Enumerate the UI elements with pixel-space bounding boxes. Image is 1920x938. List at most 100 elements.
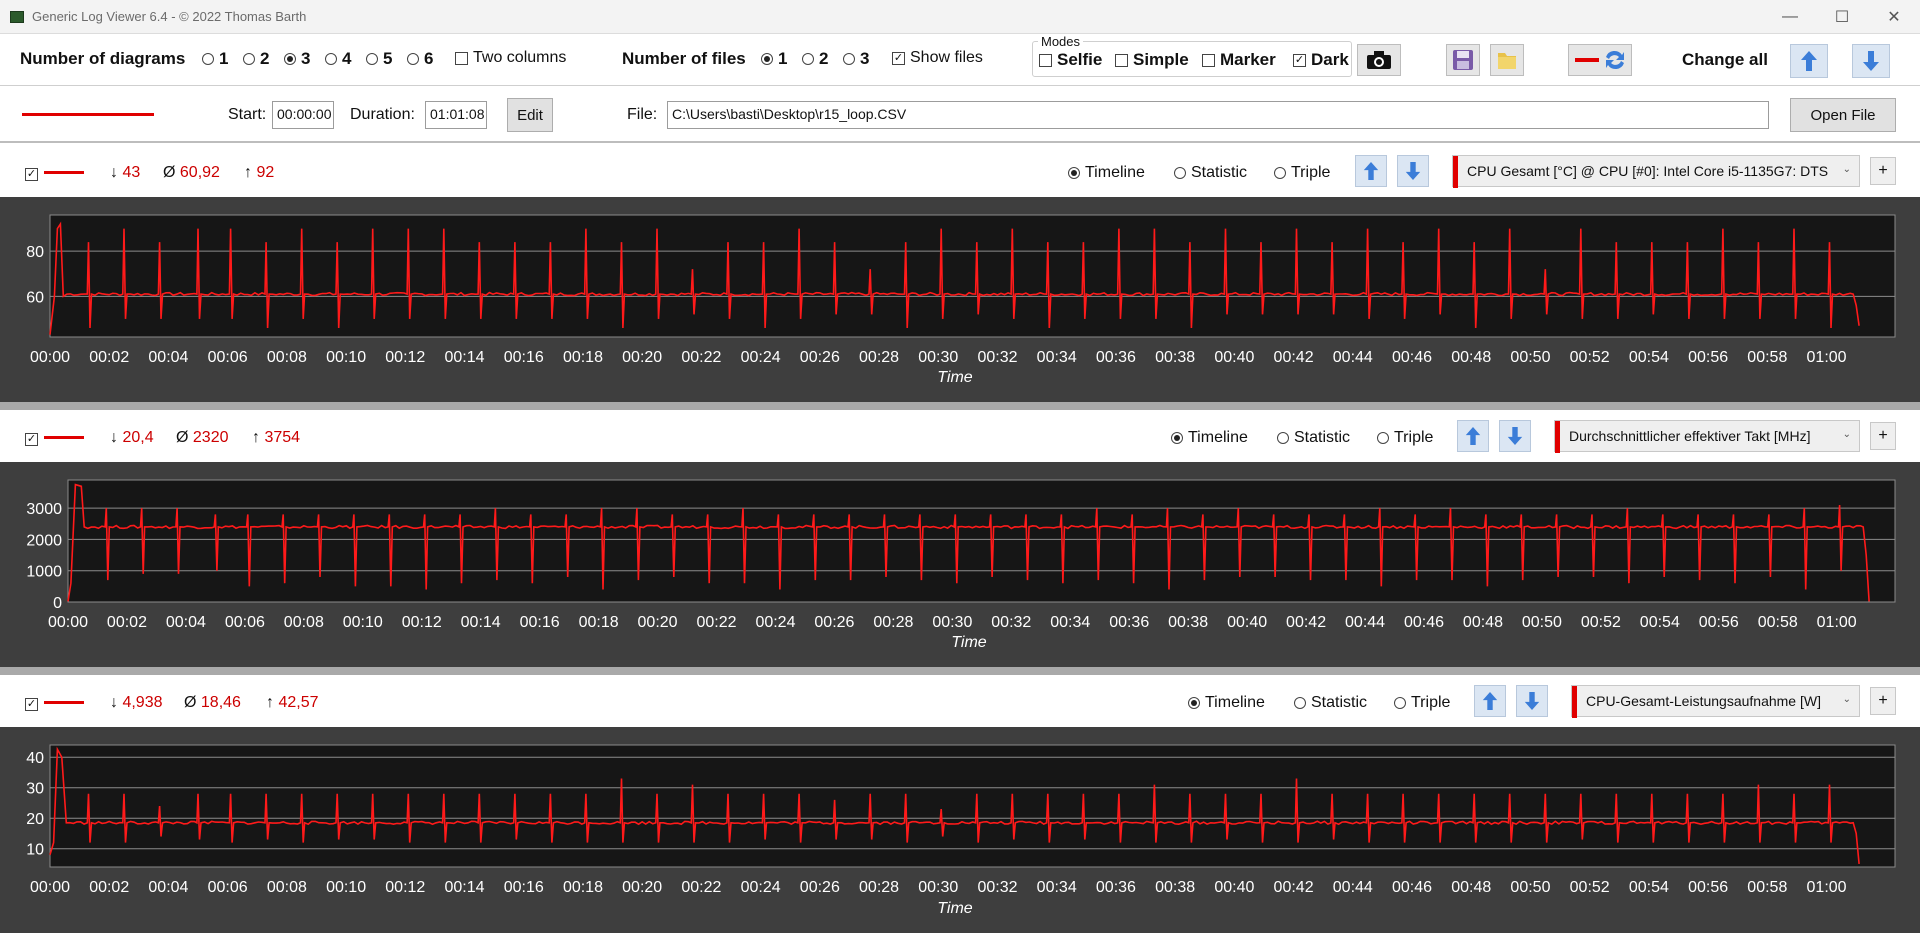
x-tick-label: 00:44 bbox=[1333, 879, 1373, 896]
checkbox-checked-icon: ✓ bbox=[25, 698, 38, 712]
duration-field[interactable]: 01:01:08 bbox=[425, 101, 487, 129]
diagram-3-visible-checkbox[interactable]: ✓ bbox=[25, 696, 38, 714]
diagram-1-up-button[interactable] bbox=[1355, 155, 1387, 187]
arrow-down-icon bbox=[1863, 51, 1879, 71]
sensor-color-bar bbox=[1555, 421, 1560, 453]
file-line-color-swatch[interactable] bbox=[22, 113, 154, 116]
swap-color-button[interactable] bbox=[1568, 44, 1632, 76]
line-color-refresh-icon bbox=[1575, 50, 1624, 70]
move-all-up-button[interactable] bbox=[1790, 44, 1828, 78]
diagram-1-chart[interactable]: 60 80 00:00 00:02 00:04 00:06 00:08 00:10 00:12 0… bbox=[0, 197, 1920, 402]
marker-checkbox[interactable]: Marker bbox=[1202, 50, 1276, 70]
diagram-1-triple-radio[interactable]: Triple bbox=[1274, 164, 1330, 182]
x-tick-label: 00:38 bbox=[1155, 349, 1195, 366]
x-tick-label: 00:58 bbox=[1758, 614, 1798, 631]
open-file-button[interactable]: Open File bbox=[1790, 98, 1896, 132]
diagrams-radio-6[interactable]: 6 bbox=[407, 49, 433, 69]
file-path-field[interactable]: C:\Users\basti\Desktop\r15_loop.CSV bbox=[667, 101, 1769, 129]
camera-icon bbox=[1367, 51, 1391, 69]
diagram-separator[interactable] bbox=[0, 667, 1920, 675]
diagram-1-line-color-swatch[interactable] bbox=[44, 171, 84, 174]
minimize-button[interactable]: — bbox=[1764, 0, 1816, 34]
diagram-3-line-color-swatch[interactable] bbox=[44, 701, 84, 704]
diagrams-radio-3[interactable]: 3 bbox=[284, 49, 310, 69]
radio-selected-icon bbox=[1068, 167, 1080, 179]
files-radio-2[interactable]: 2 bbox=[802, 49, 828, 69]
x-tick-label: 01:00 bbox=[1817, 614, 1857, 631]
diagram-2-line-color-swatch[interactable] bbox=[44, 436, 84, 439]
diagram-separator[interactable] bbox=[0, 402, 1920, 410]
diagram-2-timeline-radio[interactable]: Timeline bbox=[1171, 429, 1248, 447]
x-tick-label: 00:42 bbox=[1274, 349, 1314, 366]
floppy-disk-icon bbox=[1453, 50, 1473, 70]
diagram-1-visible-checkbox[interactable]: ✓ bbox=[25, 166, 38, 184]
diagrams-radio-1[interactable]: 1 bbox=[202, 49, 228, 69]
x-tick-label: 00:34 bbox=[1037, 879, 1077, 896]
diagram-1-down-button[interactable] bbox=[1397, 155, 1429, 187]
modes-group-label: Modes bbox=[1038, 34, 1084, 49]
diagram-2-down-button[interactable] bbox=[1499, 420, 1531, 452]
diagram-2-triple-radio[interactable]: Triple bbox=[1377, 429, 1433, 447]
radio-icon bbox=[1394, 697, 1406, 709]
x-tick-label: 00:56 bbox=[1699, 614, 1739, 631]
diagrams-radio-2[interactable]: 2 bbox=[243, 49, 269, 69]
plot-background bbox=[67, 479, 1896, 603]
x-tick-label: 00:52 bbox=[1570, 349, 1610, 366]
files-radio-1[interactable]: 1 bbox=[761, 49, 787, 69]
folder-icon bbox=[1498, 53, 1516, 69]
diagrams-radio-4[interactable]: 4 bbox=[325, 49, 351, 69]
simple-checkbox[interactable]: Simple bbox=[1115, 50, 1189, 70]
radio-selected-icon bbox=[284, 53, 296, 65]
checkbox-icon bbox=[1115, 53, 1128, 67]
diagram-3-down-button[interactable] bbox=[1516, 685, 1548, 717]
x-tick-label: 00:28 bbox=[859, 879, 899, 896]
move-all-down-button[interactable] bbox=[1852, 44, 1890, 78]
radio-icon bbox=[407, 53, 419, 65]
x-tick-label: 00:46 bbox=[1392, 879, 1432, 896]
save-button[interactable] bbox=[1446, 44, 1480, 76]
two-columns-checkbox[interactable]: Two columns bbox=[455, 49, 566, 67]
edit-button[interactable]: Edit bbox=[507, 98, 553, 132]
diagram-3-timeline-radio[interactable]: Timeline bbox=[1188, 694, 1265, 712]
start-time-field[interactable]: 00:00:00 bbox=[272, 101, 334, 129]
files-radio-3[interactable]: 3 bbox=[843, 49, 869, 69]
diagram-3-statistic-radio[interactable]: Statistic bbox=[1294, 694, 1367, 712]
screenshot-button[interactable] bbox=[1357, 44, 1401, 76]
x-tick-label: 00:18 bbox=[579, 614, 619, 631]
maximize-button[interactable]: ☐ bbox=[1816, 0, 1868, 34]
radio-selected-icon bbox=[761, 53, 773, 65]
x-tick-label: 00:40 bbox=[1214, 349, 1254, 366]
diagram-3-sensor-select[interactable]: CPU-Gesamt-Leistungsaufnahme [W] ⌄ bbox=[1571, 685, 1860, 718]
diagram-2-add-button[interactable]: + bbox=[1870, 422, 1896, 450]
diagram-2-chart[interactable]: 0 1000 2000 3000 00:00 00:02 00:04 00:06 00:08 00… bbox=[0, 462, 1920, 667]
diagram-2-statistic-radio[interactable]: Statistic bbox=[1277, 429, 1350, 447]
close-button[interactable]: ✕ bbox=[1868, 0, 1920, 34]
diagram-3-chart[interactable]: 10 20 30 40 00:00 00:02 00:04 00:06 00:08 00:10 00… bbox=[0, 727, 1920, 933]
title-bar: Generic Log Viewer 6.4 - © 2022 Thomas B… bbox=[0, 0, 1920, 34]
y-tick-label: 3000 bbox=[26, 501, 62, 518]
diagrams-radio-5[interactable]: 5 bbox=[366, 49, 392, 69]
show-files-checkbox[interactable]: ✓ Show files bbox=[892, 49, 983, 67]
x-tick-label: 00:08 bbox=[267, 349, 307, 366]
dark-checkbox[interactable]: ✓ Dark bbox=[1293, 50, 1349, 70]
diagram-1-timeline-radio[interactable]: Timeline bbox=[1068, 164, 1145, 182]
open-folder-button[interactable] bbox=[1490, 44, 1524, 76]
x-tick-label: 00:24 bbox=[741, 349, 781, 366]
diagram-2-min: ↓ 20,4 bbox=[110, 429, 154, 446]
x-tick-label: 00:52 bbox=[1581, 614, 1621, 631]
diagram-2-up-button[interactable] bbox=[1457, 420, 1489, 452]
diagram-3-triple-radio[interactable]: Triple bbox=[1394, 694, 1450, 712]
selfie-checkbox[interactable]: Selfie bbox=[1039, 50, 1102, 70]
diagram-1-statistic-radio[interactable]: Statistic bbox=[1174, 164, 1247, 182]
diagram-3-up-button[interactable] bbox=[1474, 685, 1506, 717]
y-tick-label: 40 bbox=[26, 750, 44, 767]
x-tick-label: 00:42 bbox=[1286, 614, 1326, 631]
diagram-2-visible-checkbox[interactable]: ✓ bbox=[25, 431, 38, 449]
diagram-1-sensor-select[interactable]: CPU Gesamt [°C] @ CPU [#0]: Intel Core i… bbox=[1452, 155, 1860, 188]
diagram-1-add-button[interactable]: + bbox=[1870, 157, 1896, 185]
diagram-2-sensor-select[interactable]: Durchschnittlicher effektiver Takt [MHz]… bbox=[1554, 420, 1860, 453]
window-controls: — ☐ ✕ bbox=[1764, 0, 1920, 34]
radio-icon bbox=[1174, 167, 1186, 179]
diagram-3-add-button[interactable]: + bbox=[1870, 687, 1896, 715]
x-tick-label: 00:08 bbox=[267, 879, 307, 896]
